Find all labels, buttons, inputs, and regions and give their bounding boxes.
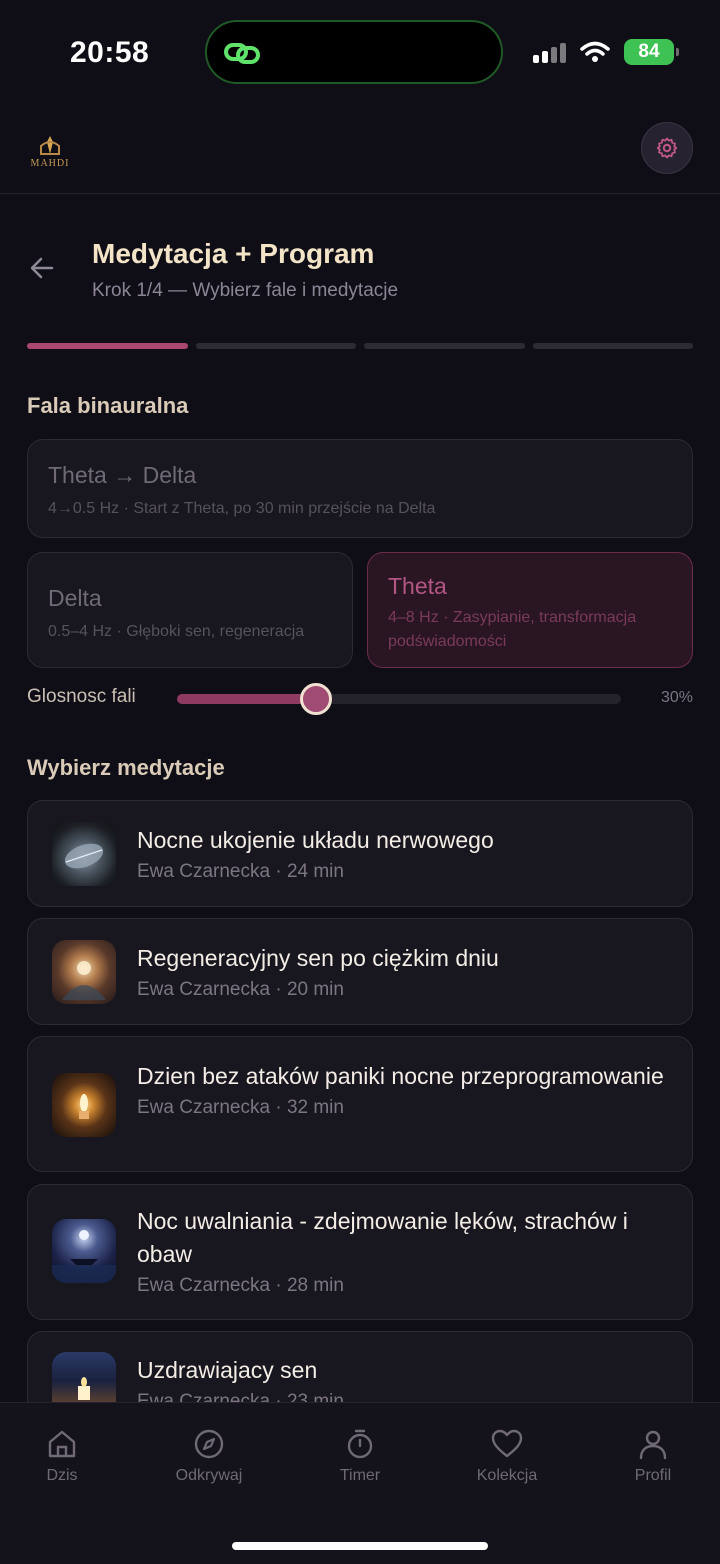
heart-icon xyxy=(491,1429,523,1458)
step-segment xyxy=(364,343,525,349)
home-icon xyxy=(48,1430,76,1458)
meditation-card[interactable]: Nocne ukojenie układu nerwowego Ewa Czar… xyxy=(27,800,693,907)
nav-label: Odkrywaj xyxy=(175,1467,243,1484)
meditation-meta: Ewa Czarnecka · 28 min xyxy=(137,1275,344,1296)
volume-label: Glosnosc fali xyxy=(27,686,136,707)
wave-option-delta[interactable]: Delta 0.5–4 Hz · Głęboki sen, regeneracj… xyxy=(27,552,353,668)
status-icons: 84 xyxy=(533,38,679,66)
candle-icon xyxy=(79,1094,89,1119)
binaural-section-title: Fala binauralna xyxy=(27,393,189,418)
wave-name: Theta → Delta xyxy=(48,462,197,488)
volume-slider[interactable] xyxy=(177,683,621,715)
moon-boat-icon xyxy=(52,1230,116,1283)
wave-description: 4–8 Hz · Zasypianie, transformacja podśw… xyxy=(388,609,637,650)
volume-slider-fill xyxy=(177,694,317,704)
leaf-icon xyxy=(64,843,104,869)
wave-option-theta-delta[interactable]: Theta → Delta 4→0.5 Hz · Start z Theta, … xyxy=(27,439,693,538)
nav-item-profil[interactable]: Profil xyxy=(593,1427,713,1485)
meditation-title: Uzdrawiajacy sen xyxy=(137,1357,318,1383)
page-subtitle: Krok 1/4 — Wybierz fale i medytacje xyxy=(92,280,399,301)
page-title: Medytacja + Program xyxy=(92,238,375,269)
gear-icon xyxy=(656,137,678,159)
meditation-title: Regeneracyjny sen po ciężkim dniu xyxy=(137,945,499,971)
nav-item-kolekcja[interactable]: Kolekcja xyxy=(447,1427,567,1485)
moon-boat-thumbnail xyxy=(52,1219,116,1283)
nav-item-odkrywaj[interactable]: Odkrywaj xyxy=(149,1427,269,1485)
meditation-meta: Ewa Czarnecka · 32 min xyxy=(137,1097,344,1118)
logo-text: MAHDI xyxy=(30,158,70,169)
nav-item-dzis[interactable]: Dzis xyxy=(2,1427,122,1485)
meditation-meta: Ewa Czarnecka · 20 min xyxy=(137,979,344,1000)
status-bar: 20:58 84 xyxy=(0,0,720,104)
step-progress xyxy=(27,343,693,349)
logo-emblem-icon xyxy=(40,136,60,155)
step-segment xyxy=(195,343,356,349)
meditation-meta: Ewa Czarnecka · 24 min xyxy=(137,861,344,882)
app-bar: MAHDI xyxy=(0,104,720,194)
bottom-nav: Dzis Odkrywaj Timer Kolekcja Profil xyxy=(0,1402,720,1564)
forest-light-icon xyxy=(62,961,106,1000)
battery-indicator: 84 xyxy=(624,39,679,65)
nav-label: Timer xyxy=(339,1467,381,1484)
volume-value: 30% xyxy=(660,689,693,706)
candle-thumbnail xyxy=(52,1073,116,1137)
volume-slider-thumb[interactable] xyxy=(300,683,333,715)
step-segment xyxy=(27,343,188,349)
nav-item-timer[interactable]: Timer xyxy=(300,1427,420,1485)
status-time: 20:58 xyxy=(70,36,150,69)
app-logo[interactable]: MAHDI xyxy=(28,134,72,170)
meditation-title: Noc uwalniania - zdejmowanie lęków, stra… xyxy=(137,1208,628,1267)
wave-name: Delta xyxy=(48,585,102,611)
dynamic-island xyxy=(205,20,503,84)
back-arrow-icon[interactable] xyxy=(28,254,56,282)
compass-icon xyxy=(194,1429,224,1459)
meditation-title: Nocne ukojenie układu nerwowego xyxy=(137,827,494,853)
wave-option-theta[interactable]: Theta 4–8 Hz · Zasypianie, transformacja… xyxy=(367,552,693,668)
nav-label: Dzis xyxy=(46,1467,78,1484)
meditation-card[interactable]: Dzien bez ataków paniki nocne przeprogra… xyxy=(27,1036,693,1172)
timer-icon xyxy=(347,1429,373,1459)
forest-light-thumbnail xyxy=(52,940,116,1004)
leaf-thumbnail xyxy=(52,822,116,886)
user-icon xyxy=(639,1430,667,1460)
settings-button[interactable] xyxy=(641,122,693,174)
nav-label: Profil xyxy=(634,1467,672,1484)
step-segment xyxy=(532,343,693,349)
signal-icon xyxy=(533,41,566,63)
nav-label: Kolekcja xyxy=(476,1467,538,1484)
meditation-card[interactable]: Regeneracyjny sen po ciężkim dniu Ewa Cz… xyxy=(27,918,693,1025)
meditation-card[interactable]: Noc uwalniania - zdejmowanie lęków, stra… xyxy=(27,1184,693,1320)
link-icon xyxy=(224,43,260,64)
meditation-title: Dzien bez ataków paniki nocne przeprogra… xyxy=(137,1063,664,1089)
wave-description: 0.5–4 Hz · Głęboki sen, regeneracja xyxy=(48,623,305,640)
wave-description: 4→0.5 Hz · Start z Theta, po 30 min prze… xyxy=(48,500,436,517)
wave-name: Theta xyxy=(388,573,447,599)
battery-level: 84 xyxy=(638,41,660,62)
meditations-section-title: Wybierz medytacje xyxy=(27,755,225,780)
wifi-icon xyxy=(580,41,610,62)
home-indicator xyxy=(232,1542,488,1550)
